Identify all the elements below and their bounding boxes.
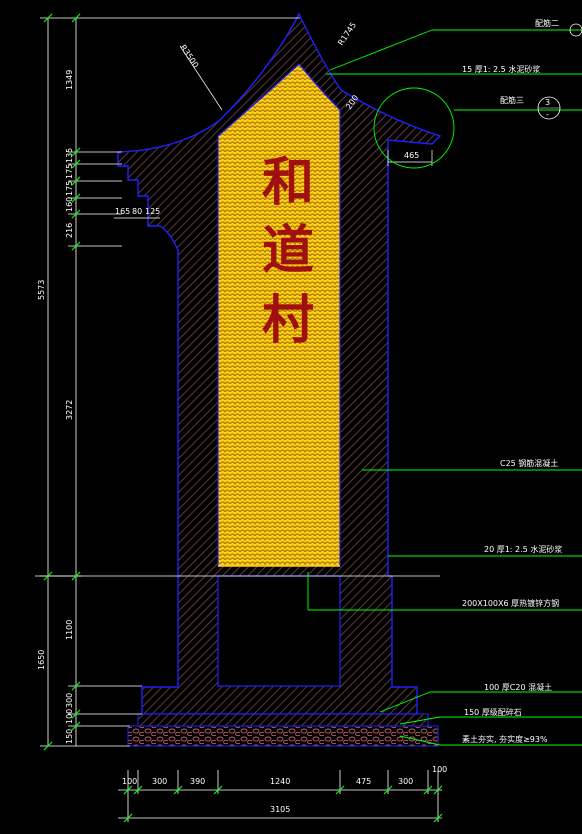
dim-h-300a: 300 <box>152 777 167 786</box>
dim-h-300b: 300 <box>398 777 413 786</box>
callout-ref-circle: 配筋三 <box>500 95 524 105</box>
callout-plaster: 20 厚1: 2.5 水泥砂浆 <box>484 544 562 554</box>
dim-total-width: 3105 <box>270 805 290 814</box>
dim-v-100: 100 <box>65 709 74 724</box>
base-slab <box>137 713 429 727</box>
char-he: 和 <box>262 152 314 213</box>
char-cun: 村 <box>262 290 314 351</box>
char-dao: 道 <box>262 220 314 281</box>
callout-steel-tube: 200X100X6 厚热镀锌方钢 <box>462 598 559 608</box>
dim-v-150: 150 <box>65 729 74 744</box>
dim-h-100a: 100 <box>122 777 137 786</box>
dim-h-100b: 100 <box>432 765 447 774</box>
callout-concrete: C25 钢筋混凝土 <box>500 458 558 468</box>
dim-125: 125 <box>145 207 160 216</box>
dim-radius-top: R1745 <box>336 21 358 48</box>
elevation-drawing: 和 道 村 5573 1650 1349 135 175 175 160 216… <box>35 12 582 823</box>
dim-80: 80 <box>132 207 142 216</box>
dim-v-175b: 175 <box>65 181 74 196</box>
dim-total-height: 5573 <box>37 280 46 300</box>
dim-below-ground: 1650 <box>37 650 46 670</box>
dim-eave-465: 465 <box>404 151 419 160</box>
dim-v-175a: 175 <box>65 164 74 179</box>
callout-cap-mortar: 15 厚1: 2.5 水泥砂浆 <box>462 64 540 74</box>
dim-v-135: 135 <box>65 148 74 163</box>
dim-v-300: 300 <box>65 693 74 708</box>
dim-h-475: 475 <box>356 777 371 786</box>
dim-h-1240: 1240 <box>270 777 290 786</box>
dim-v-216: 216 <box>65 223 74 238</box>
ref-circle-num: 3 <box>545 98 550 107</box>
dim-radius-main: R3500 <box>178 43 200 70</box>
door-opening <box>217 575 341 687</box>
ref-circle-sub: - <box>546 110 549 119</box>
dim-165: 165 <box>115 207 130 216</box>
dim-v-160: 160 <box>65 197 74 212</box>
callout-ref-top: 配筋二 <box>535 18 559 28</box>
dim-h-390: 390 <box>190 777 205 786</box>
dim-v-3272: 3272 <box>65 400 74 420</box>
dim-v-1100: 1100 <box>65 620 74 640</box>
gravel-layer <box>127 725 439 747</box>
callout-gravel: 150 厚级配碎石 <box>464 707 522 717</box>
callout-base-concrete: 100 厚C20 混凝土 <box>484 682 552 692</box>
callout-soil: 素土夯实, 夯实度≥93% <box>462 734 548 744</box>
dim-roof: 1349 <box>65 70 74 90</box>
